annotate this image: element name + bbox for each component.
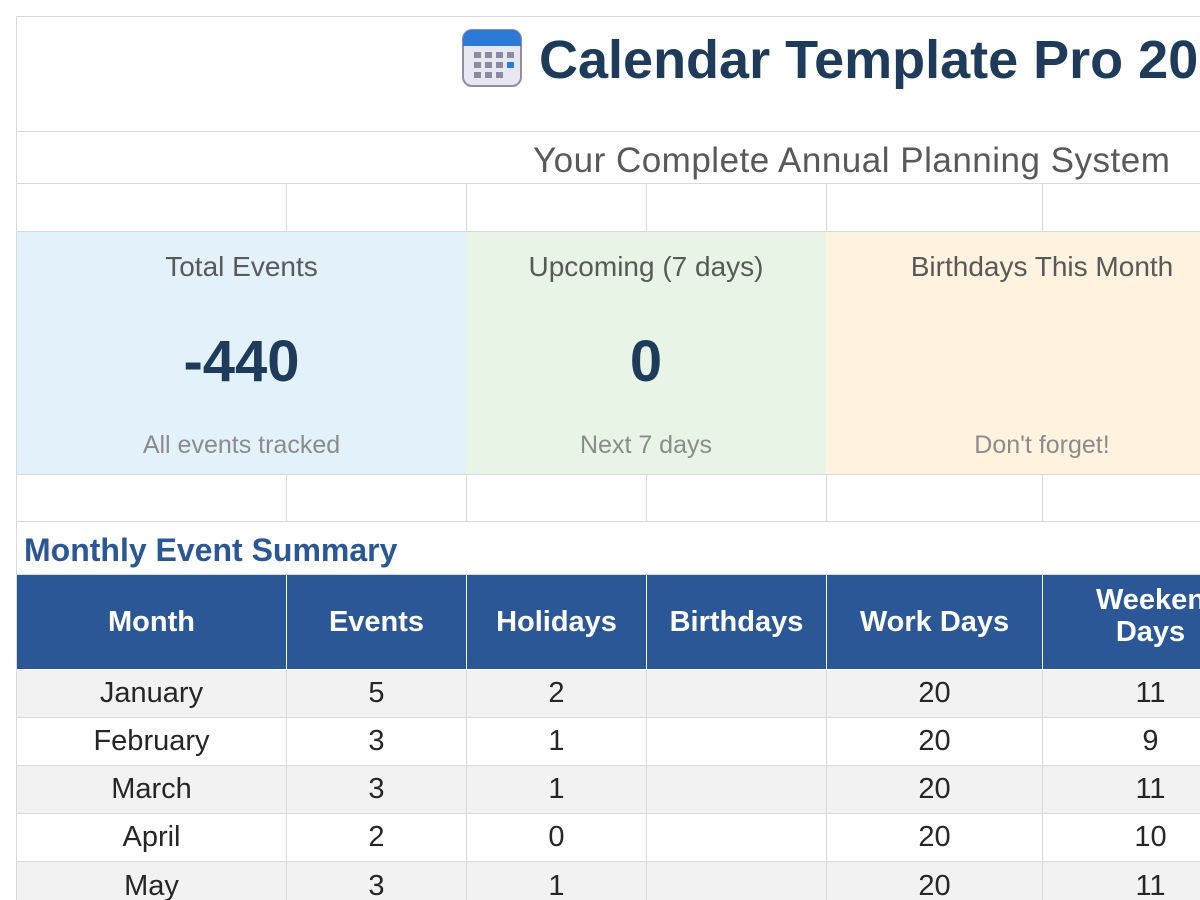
cell-events[interactable]: 2 [287,814,467,861]
column-header-birthdays[interactable]: Birthdays [647,575,827,669]
kpi-value: 0 [629,329,663,394]
cell-weekend-days[interactable]: 11 [1043,670,1200,717]
cell-work-days[interactable]: 20 [827,814,1043,861]
column-header-month[interactable]: Month [17,575,287,669]
table-row: April 2 0 20 10 [17,814,1200,862]
kpi-value: -440 [183,329,300,394]
cell-events[interactable]: 3 [287,862,467,900]
cell-month[interactable]: March [17,766,287,813]
grid-line [826,184,827,231]
calendar-icon [461,28,523,88]
grid-line [16,521,1200,522]
cell-holidays[interactable]: 0 [467,814,647,861]
cell-weekend-days[interactable]: 11 [1043,766,1200,813]
grid-line [646,184,647,231]
cell-birthdays[interactable] [647,766,827,813]
cell-month[interactable]: January [17,670,287,717]
kpi-card-birthdays[interactable]: Birthdays This Month Don't forget! [826,232,1200,474]
page-title: Calendar Template Pro 20 [539,30,1199,90]
grid-line [16,474,1200,475]
table-row: February 3 1 20 9 [17,718,1200,766]
cell-weekend-days[interactable]: 9 [1043,718,1200,765]
column-header-work-days[interactable]: Work Days [827,575,1043,669]
cell-birthdays[interactable] [647,670,827,717]
cell-work-days[interactable]: 20 [827,766,1043,813]
cell-events[interactable]: 3 [287,718,467,765]
section-title: Monthly Event Summary [24,532,398,568]
page-subtitle: Your Complete Annual Planning System [533,141,1171,180]
kpi-card-total-events[interactable]: Total Events -440 All events tracked [17,232,466,474]
cell-events[interactable]: 5 [287,670,467,717]
cell-birthdays[interactable] [647,814,827,861]
kpi-caption: Don't forget! [974,431,1110,459]
column-header-events[interactable]: Events [287,575,467,669]
grid-line [466,475,467,521]
kpi-card-upcoming[interactable]: Upcoming (7 days) 0 Next 7 days [466,232,826,474]
column-header-weekend-days[interactable]: Weeken Days [1043,575,1200,669]
grid-line [16,131,1200,132]
column-header-line: Days [1115,616,1186,648]
cell-holidays[interactable]: 1 [467,766,647,813]
table-row: January 5 2 20 11 [17,670,1200,718]
cell-weekend-days[interactable]: 11 [1043,862,1200,900]
grid-line [646,475,647,521]
cell-month[interactable]: February [17,718,287,765]
cell-month[interactable]: May [17,862,287,900]
grid-line [1042,475,1043,521]
table-row: May 3 1 20 11 [17,862,1200,900]
kpi-caption: All events tracked [142,431,341,459]
cell-month[interactable]: April [17,814,287,861]
cell-weekend-days[interactable]: 10 [1043,814,1200,861]
cell-holidays[interactable]: 1 [467,862,647,900]
cell-work-days[interactable]: 20 [827,718,1043,765]
cell-birthdays[interactable] [647,718,827,765]
kpi-label: Birthdays This Month [910,251,1174,282]
cell-events[interactable]: 3 [287,766,467,813]
column-header-line: Weeken [1095,584,1200,616]
kpi-label: Upcoming (7 days) [528,251,764,282]
grid-line [826,475,827,521]
column-header-holidays[interactable]: Holidays [467,575,647,669]
table-row: March 3 1 20 11 [17,766,1200,814]
kpi-caption: Next 7 days [579,431,712,459]
grid-line [286,184,287,231]
grid-line [1042,184,1043,231]
grid-line [16,183,1200,184]
cell-birthdays[interactable] [647,862,827,900]
table-header: Month Events Holidays Birthdays Work Day… [17,575,1200,669]
cell-holidays[interactable]: 1 [467,718,647,765]
grid-line [466,184,467,231]
spreadsheet: Calendar Template Pro 20 Your Complete A… [0,0,1200,900]
cell-holidays[interactable]: 2 [467,670,647,717]
cell-work-days[interactable]: 20 [827,862,1043,900]
kpi-label: Total Events [165,251,318,282]
grid-line [286,475,287,521]
cell-work-days[interactable]: 20 [827,670,1043,717]
